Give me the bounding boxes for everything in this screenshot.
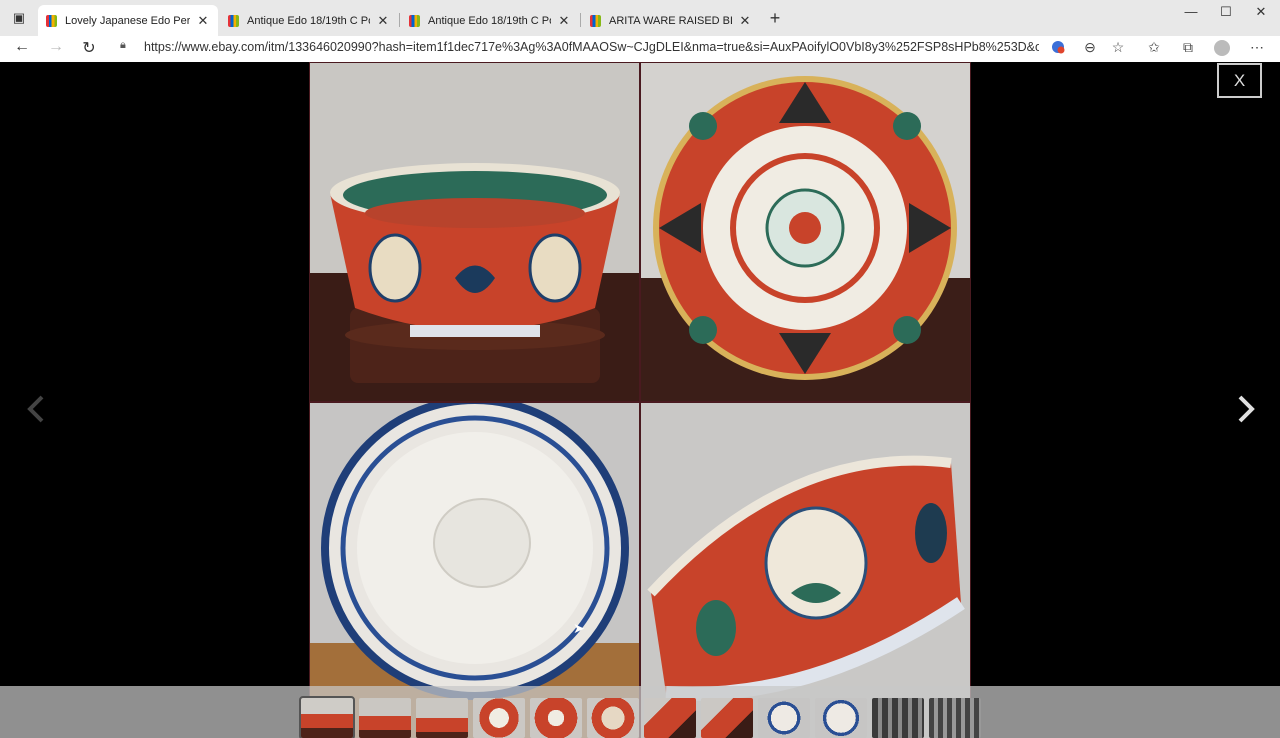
tab-1[interactable]: Lovely Japanese Edo Period 19th ✕	[38, 5, 218, 36]
refresh-icon[interactable]: ↻	[78, 38, 100, 58]
image-viewer: ➤ X	[0, 62, 1280, 738]
profile-avatar-icon[interactable]	[1214, 40, 1230, 56]
tab-actions-icon[interactable]: ▣	[8, 9, 30, 27]
tab-2[interactable]: Antique Edo 18/19th C Porcelain ✕	[220, 5, 398, 36]
thumbnail-8[interactable]	[701, 698, 753, 738]
previous-image-arrow-icon[interactable]	[22, 392, 52, 426]
thumbnail-11[interactable]	[872, 698, 924, 738]
address-bar[interactable]: https://www.ebay.com/itm/133646020990?ha…	[144, 40, 1039, 54]
tab-3[interactable]: Antique Edo 18/19th C Porcelain ✕	[401, 5, 579, 36]
thumbnail-5[interactable]	[530, 698, 582, 738]
thumbnail-10[interactable]	[815, 698, 867, 738]
close-icon[interactable]: ✕	[738, 13, 752, 29]
ebay-favicon-icon	[46, 14, 57, 27]
zoom-icon[interactable]: ⊖	[1080, 39, 1100, 56]
next-image-arrow-icon[interactable]	[1230, 392, 1260, 426]
photo-bowl-side	[310, 63, 639, 401]
ebay-favicon-icon	[590, 14, 601, 27]
tab-title: Antique Edo 18/19th C Porcelain	[247, 14, 370, 27]
tab-title: Antique Edo 18/19th C Porcelain	[428, 14, 551, 27]
lock-icon[interactable]: 🔒︎	[120, 39, 126, 52]
thumbnail-1[interactable]	[299, 696, 355, 738]
thumbnail-6[interactable]	[587, 698, 639, 738]
ebay-favicon-icon	[409, 14, 420, 27]
tab-title: ARITA WARE RAISED BLUE & WH	[609, 14, 732, 27]
ebay-favicon-icon	[228, 14, 239, 27]
close-icon[interactable]: ✕	[557, 13, 571, 29]
close-icon[interactable]: ✕	[376, 13, 390, 29]
maximize-icon[interactable]: ☐	[1214, 4, 1238, 20]
product-image	[309, 62, 971, 738]
collections-icon[interactable]: ⧉	[1178, 39, 1198, 56]
photo-bowl-interior	[641, 63, 970, 401]
thumbnail-4[interactable]	[473, 698, 525, 738]
window-close-icon[interactable]: ✕	[1249, 4, 1273, 20]
mouse-cursor-icon: ➤	[573, 620, 585, 636]
forward-arrow-icon[interactable]: →	[45, 38, 67, 56]
favorites-icon[interactable]: ✩	[1144, 39, 1164, 56]
thumbnail-7[interactable]	[644, 698, 696, 738]
back-arrow-icon[interactable]: ←	[11, 38, 33, 56]
thumbnail-2[interactable]	[359, 698, 411, 738]
browser-toolbar: ← → ↻ 🔒︎ https://www.ebay.com/itm/133646…	[0, 36, 1280, 63]
more-options-icon[interactable]: ⋯	[1247, 39, 1267, 56]
thumbnail-9[interactable]	[758, 698, 810, 738]
tab-title: Lovely Japanese Edo Period 19th	[65, 14, 190, 27]
viewer-close-button[interactable]: X	[1217, 63, 1262, 98]
close-icon[interactable]: ✕	[196, 13, 210, 29]
extension-icon[interactable]	[1048, 39, 1068, 58]
browser-tab-bar: ▣ Lovely Japanese Edo Period 19th ✕ Anti…	[0, 0, 1280, 36]
new-tab-button[interactable]: +	[765, 8, 785, 29]
thumbnail-3[interactable]	[416, 698, 468, 738]
minimize-icon[interactable]: —	[1179, 4, 1203, 19]
tab-4[interactable]: ARITA WARE RAISED BLUE & WH ✕	[582, 5, 760, 36]
add-favorite-icon[interactable]: ☆	[1108, 39, 1128, 56]
thumbnail-12[interactable]	[929, 698, 981, 738]
thumbnail-strip	[0, 686, 1280, 738]
